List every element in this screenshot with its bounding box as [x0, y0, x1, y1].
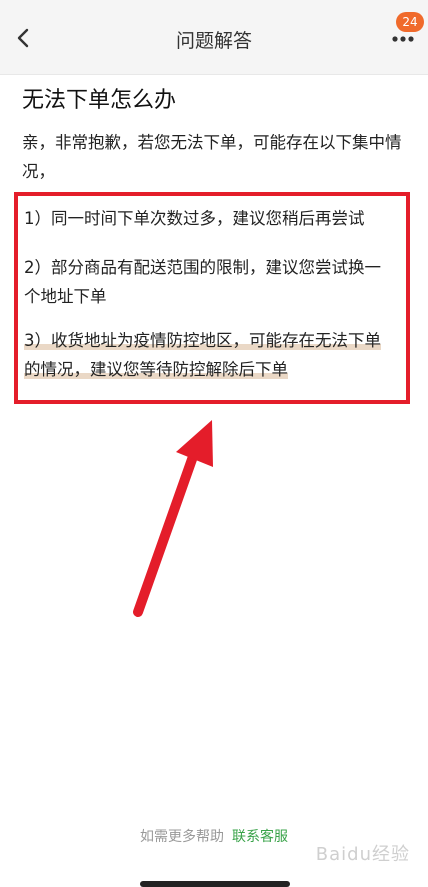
page-title: 问题解答	[175, 30, 252, 52]
contact-support-link[interactable]: 联系客服	[232, 829, 288, 845]
watermark: Baidu经验	[315, 844, 410, 865]
help-text: 如需更多帮助	[140, 829, 224, 845]
home-indicator	[140, 881, 290, 887]
top-bar: 问题解答 24	[0, 0, 428, 75]
highlight-box	[14, 192, 410, 404]
notification-badge: 24	[396, 12, 424, 32]
more-dots-icon[interactable]	[390, 30, 416, 48]
answer-intro: 亲，非常抱歉，若您无法下单，可能存在以下集中情况，	[22, 133, 402, 181]
question-title: 无法下单怎么办	[22, 88, 177, 113]
